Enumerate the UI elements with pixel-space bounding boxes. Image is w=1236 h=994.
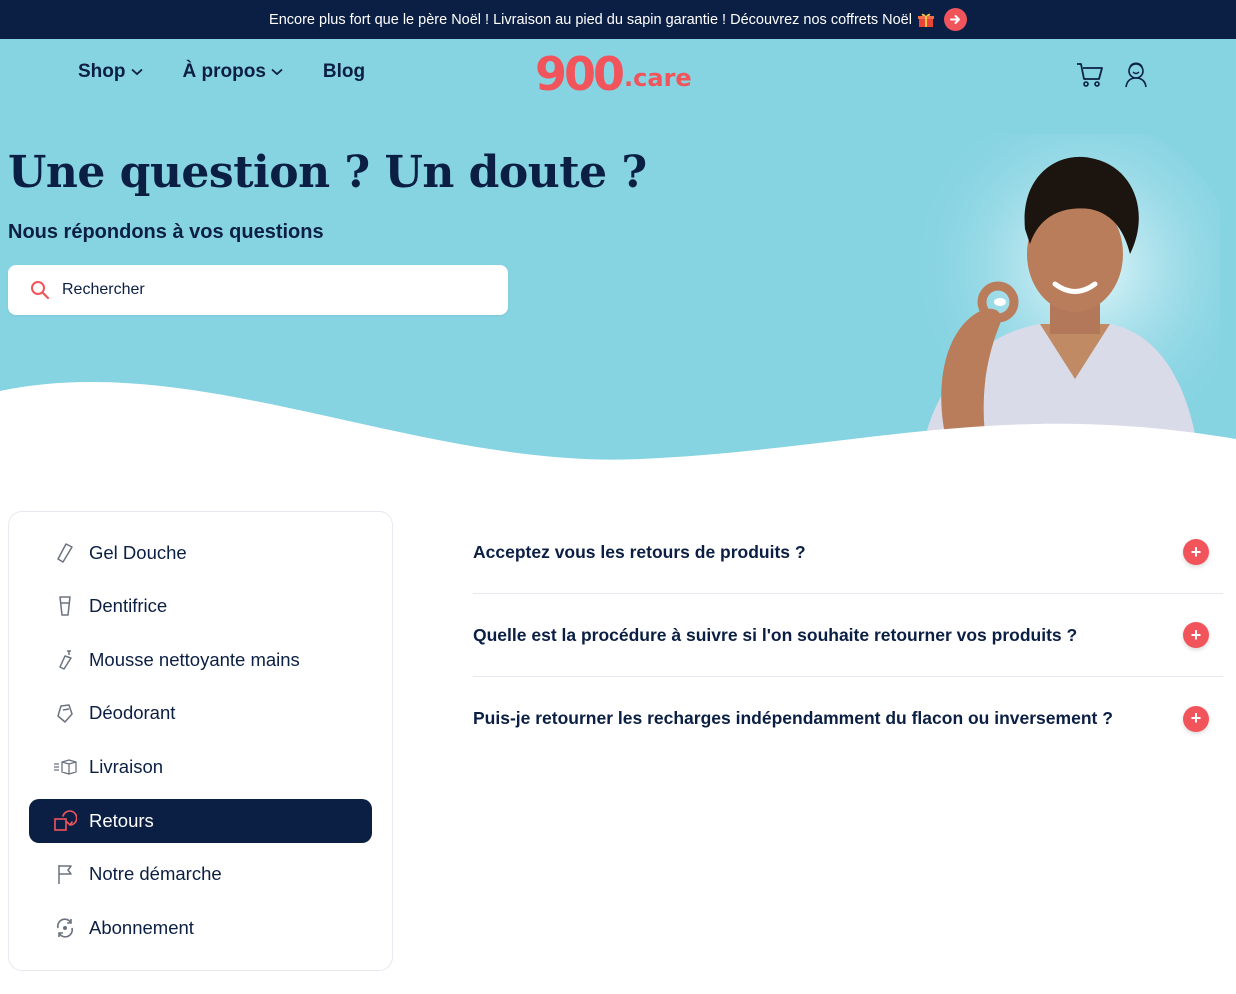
faq-category-sidebar: Gel Douche Dentifrice Mousse nettoyante …: [8, 511, 393, 971]
nav-item-label: Shop: [78, 61, 126, 82]
page-subtitle: Nous répondons à vos questions: [8, 221, 324, 243]
sidebar-item-label: Retours: [89, 810, 154, 831]
announcement-bar: Encore plus fort que le père Noël ! Livr…: [0, 0, 1236, 39]
sidebar-item-retours[interactable]: Retours: [29, 799, 372, 843]
toothpaste-icon: [53, 594, 77, 618]
faq-item[interactable]: Puis-je retourner les recharges indépend…: [473, 677, 1223, 760]
sidebar-item-deodorant[interactable]: Déodorant: [29, 691, 372, 735]
search-icon: [31, 281, 50, 300]
nav-item-label: À propos: [182, 61, 266, 82]
sidebar-item-abonnement[interactable]: Abonnement: [29, 906, 372, 950]
announcement-arrow-button[interactable]: [943, 8, 967, 31]
main-nav: Shop À propos Blog: [78, 61, 405, 83]
sidebar-item-label: Gel Douche: [89, 542, 187, 563]
page-title: Une question ? Un doute ?: [8, 147, 647, 198]
faq-question: Acceptez vous les retours de produits ?: [473, 541, 806, 562]
logo-suffix: .care: [624, 64, 692, 92]
arrow-right-icon: [949, 15, 960, 24]
expand-plus-icon[interactable]: +: [1183, 539, 1209, 565]
subscription-icon: [53, 916, 77, 940]
sidebar-item-label: Déodorant: [89, 702, 176, 723]
header-icons: [1075, 59, 1167, 91]
gift-icon: [917, 12, 934, 28]
search-input[interactable]: [62, 281, 462, 299]
account-icon[interactable]: [1121, 59, 1153, 91]
sidebar-item-label: Notre démarche: [89, 863, 222, 884]
cart-icon[interactable]: [1075, 59, 1107, 91]
deodorant-icon: [53, 701, 77, 725]
announcement-text: Encore plus fort que le père Noël ! Livr…: [269, 11, 912, 28]
return-icon: [53, 809, 77, 833]
expand-plus-icon[interactable]: +: [1183, 622, 1209, 648]
sidebar-item-mousse-nettoyante-mains[interactable]: Mousse nettoyante mains: [29, 638, 372, 682]
chevron-down-icon: [271, 68, 283, 76]
chevron-down-icon: [130, 68, 143, 76]
faq-accordion: Acceptez vous les retours de produits ? …: [473, 511, 1223, 760]
hero-wave-divider: [0, 382, 1236, 469]
shower-gel-icon: [53, 541, 77, 565]
sidebar-item-dentifrice[interactable]: Dentifrice: [29, 584, 372, 628]
faq-item[interactable]: Acceptez vous les retours de produits ? …: [473, 511, 1223, 594]
sidebar-item-label: Dentifrice: [89, 595, 168, 616]
nav-item-blog[interactable]: Blog: [323, 61, 365, 83]
hero-section: Shop À propos Blog 900 .care Une questio…: [0, 39, 1236, 469]
faq-question: Puis-je retourner les recharges indépend…: [473, 708, 1113, 728]
faq-item[interactable]: Quelle est la procédure à suivre si l'on…: [473, 594, 1223, 677]
site-logo[interactable]: 900 .care: [535, 51, 692, 97]
faq-question: Quelle est la procédure à suivre si l'on…: [473, 624, 1078, 645]
sidebar-item-livraison[interactable]: Livraison: [29, 745, 372, 789]
nav-item-a-propos[interactable]: À propos: [183, 61, 283, 83]
hand-foam-icon: [53, 648, 77, 672]
logo-digits: 900: [535, 47, 625, 101]
sidebar-item-label: Abonnement: [89, 917, 194, 938]
flag-icon: [53, 862, 77, 886]
expand-plus-icon[interactable]: +: [1183, 705, 1209, 732]
sidebar-item-label: Mousse nettoyante mains: [89, 649, 300, 670]
nav-item-shop[interactable]: Shop: [78, 61, 143, 83]
search-box[interactable]: [8, 265, 508, 315]
delivery-box-icon: [53, 755, 77, 779]
sidebar-item-label: Livraison: [89, 756, 164, 777]
sidebar-item-gel-douche[interactable]: Gel Douche: [29, 531, 372, 575]
nav-item-label: Blog: [322, 61, 366, 82]
sidebar-item-notre-demarche[interactable]: Notre démarche: [29, 852, 372, 896]
